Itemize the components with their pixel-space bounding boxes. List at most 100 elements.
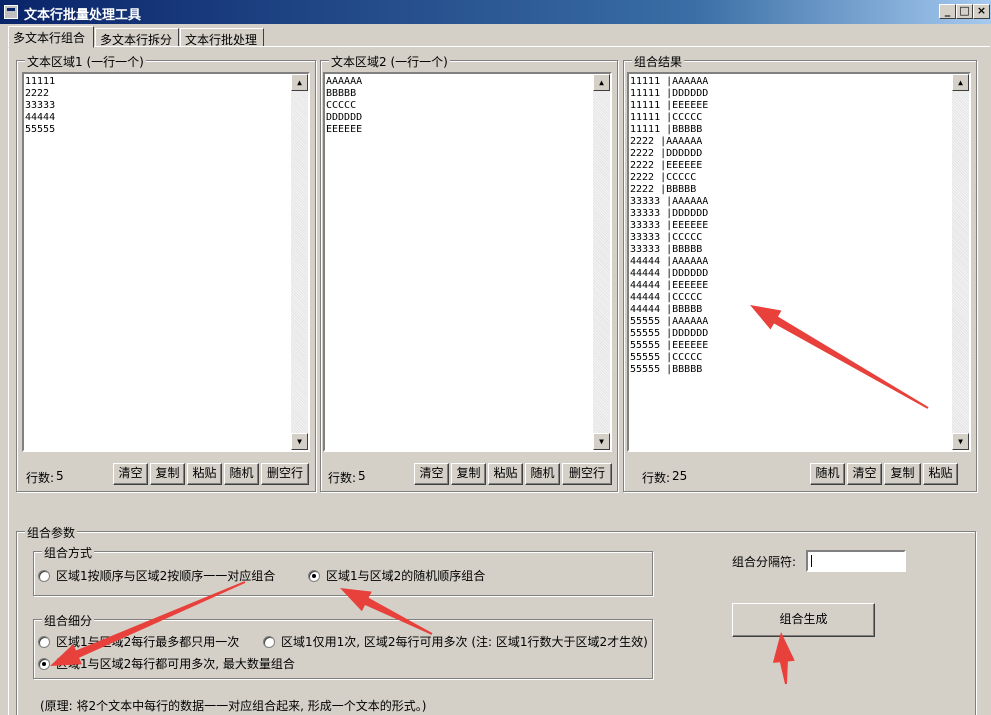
result-random-button[interactable]: 随机: [810, 463, 845, 485]
minimize-button[interactable]: _: [939, 4, 956, 19]
area1-scrollbar[interactable]: ▲ ▼: [291, 74, 308, 450]
close-button[interactable]: ×: [973, 4, 990, 19]
text-line: 11111 |DDDDDD: [630, 88, 709, 99]
text-line: 2222 |BBBBB: [630, 184, 697, 195]
area2-count-label: 行数:: [328, 471, 357, 485]
text-line: 55555 |AAAAAA: [630, 316, 709, 327]
text-line: 44444 |BBBBB: [630, 304, 703, 315]
tab-line-batch[interactable]: 文本行批处理: [180, 28, 264, 47]
scroll-down-icon[interactable]: ▼: [291, 433, 308, 450]
area2-clear-button[interactable]: 清空: [414, 463, 449, 485]
text-line: 11111 |AAAAAA: [630, 76, 709, 87]
text-line: 11111: [25, 76, 56, 87]
title-bar[interactable]: 文本行批量处理工具 _ □ ×: [0, 0, 991, 24]
area2-count: 5: [358, 469, 366, 483]
text-line: EEEEEE: [326, 124, 363, 135]
text-line: 2222: [25, 88, 50, 99]
text-line: 44444 |AAAAAA: [630, 256, 709, 267]
area1-copy-button[interactable]: 复制: [150, 463, 185, 485]
text-line: 33333 |BBBBB: [630, 244, 703, 255]
principle-note: (原理: 将2个文本中每行的数据一一对应组合起来, 形成一个文本的形式。): [40, 699, 427, 713]
tab-multi-line-split[interactable]: 多文本行拆分: [95, 28, 179, 47]
result-paste-button[interactable]: 粘贴: [923, 463, 958, 485]
result-textarea[interactable]: 11111 |AAAAAA 11111 |DDDDDD 11111 |EEEEEE 1…: [627, 72, 971, 452]
maximize-button[interactable]: □: [956, 4, 973, 19]
mode-sequential-label: 区域1按顺序与区域2按顺序一一对应组合: [56, 569, 276, 583]
text-line: 11111 |EEEEEE: [630, 100, 709, 111]
text-line: 44444 |CCCCC: [630, 292, 703, 303]
text-line: 55555 |DDDDDD: [630, 328, 709, 339]
mode-sequential-radio[interactable]: 区域1按顺序与区域2按顺序一一对应组合: [38, 567, 275, 584]
text-caret: [811, 555, 812, 567]
detail-once-radio[interactable]: 区域1与区域2每行最多都只用一次: [38, 633, 239, 650]
text-line: 2222 |EEEEEE: [630, 160, 703, 171]
area1-lines: 11111 2222 33333 44444 55555: [25, 76, 308, 136]
text-line: BBBBB: [326, 88, 357, 99]
result-lines: 11111 |AAAAAA 11111 |DDDDDD 11111 |EEEEEE 1…: [630, 76, 969, 376]
generate-button[interactable]: 组合生成: [732, 603, 875, 637]
area1-paste-button[interactable]: 粘贴: [187, 463, 222, 485]
separator-input[interactable]: [806, 550, 906, 572]
text-line: 55555 |EEEEEE: [630, 340, 709, 351]
detail-label: 组合细分: [42, 612, 95, 629]
scroll-down-icon[interactable]: ▼: [593, 433, 610, 450]
result-label: 组合结果: [632, 53, 685, 70]
text-line: 2222 |CCCCC: [630, 172, 697, 183]
mode-random-radio[interactable]: 区域1与区域2的随机顺序组合: [308, 567, 485, 584]
text-line: 11111 |CCCCC: [630, 112, 703, 123]
text-line: 33333 |DDDDDD: [630, 208, 709, 219]
text-line: 33333: [25, 100, 56, 111]
area1-textarea[interactable]: 11111 2222 33333 44444 55555 ▲ ▼: [22, 72, 310, 452]
area2-random-button[interactable]: 随机: [525, 463, 560, 485]
area1-random-button[interactable]: 随机: [224, 463, 259, 485]
app-icon[interactable]: [4, 5, 18, 19]
result-clear-button[interactable]: 清空: [847, 463, 882, 485]
mode-random-label: 区域1与区域2的随机顺序组合: [326, 569, 486, 583]
text-line: 2222 |DDDDDD: [630, 148, 703, 159]
radio-selected-icon: [38, 657, 50, 670]
area1-count: 5: [56, 469, 64, 483]
text-line: 2222 |AAAAAA: [630, 136, 703, 147]
text-line: 44444: [25, 112, 56, 123]
text-line: 55555: [25, 124, 56, 135]
detail-area1-once-label: 区域1仅用1次, 区域2每行可用多次 (注: 区域1行数大于区域2才生效): [281, 635, 648, 649]
detail-max-label: 区域1与区域2每行都可用多次, 最大数量组合: [56, 657, 295, 671]
text-line: 33333 |AAAAAA: [630, 196, 709, 207]
area2-label: 文本区域2 (一行一个): [329, 53, 450, 70]
text-line: 33333 |EEEEEE: [630, 220, 709, 231]
area2-copy-button[interactable]: 复制: [451, 463, 486, 485]
separator-label: 组合分隔符:: [732, 555, 797, 569]
result-copy-button[interactable]: 复制: [884, 463, 921, 485]
area2-remove-empty-button[interactable]: 删空行: [562, 463, 612, 485]
window-title: 文本行批量处理工具: [24, 8, 142, 23]
scroll-down-icon[interactable]: ▼: [952, 433, 969, 450]
radio-icon: [38, 569, 50, 582]
text-line: 55555 |CCCCC: [630, 352, 703, 363]
result-scrollbar[interactable]: ▲ ▼: [952, 74, 969, 450]
text-line: DDDDDD: [326, 112, 363, 123]
area2-textarea[interactable]: AAAAAA BBBBB CCCCC DDDDDD EEEEEE ▲ ▼: [323, 72, 612, 452]
area1-label: 文本区域1 (一行一个): [25, 53, 146, 70]
area2-scrollbar[interactable]: ▲ ▼: [593, 74, 610, 450]
scroll-up-icon[interactable]: ▲: [593, 74, 610, 91]
text-line: 44444 |DDDDDD: [630, 268, 709, 279]
detail-once-label: 区域1与区域2每行最多都只用一次: [56, 635, 240, 649]
params-label: 组合参数: [25, 524, 78, 541]
detail-max-radio[interactable]: 区域1与区域2每行都可用多次, 最大数量组合: [38, 655, 295, 672]
text-line: CCCCC: [326, 100, 357, 111]
text-line: 44444 |EEEEEE: [630, 280, 709, 291]
scroll-up-icon[interactable]: ▲: [952, 74, 969, 91]
text-line: 11111 |BBBBB: [630, 124, 703, 135]
result-count-label: 行数:: [642, 471, 671, 485]
text-line: AAAAAA: [326, 76, 363, 87]
detail-area1-once-radio[interactable]: 区域1仅用1次, 区域2每行可用多次 (注: 区域1行数大于区域2才生效): [263, 633, 648, 650]
result-count: 25: [672, 469, 688, 483]
area1-remove-empty-button[interactable]: 删空行: [261, 463, 309, 485]
text-line: 33333 |CCCCC: [630, 232, 703, 243]
area2-paste-button[interactable]: 粘贴: [488, 463, 523, 485]
tab-multi-line-combine[interactable]: 多文本行组合: [8, 26, 94, 48]
radio-icon: [263, 635, 275, 648]
radio-icon: [38, 635, 50, 648]
area1-clear-button[interactable]: 清空: [113, 463, 148, 485]
scroll-up-icon[interactable]: ▲: [291, 74, 308, 91]
